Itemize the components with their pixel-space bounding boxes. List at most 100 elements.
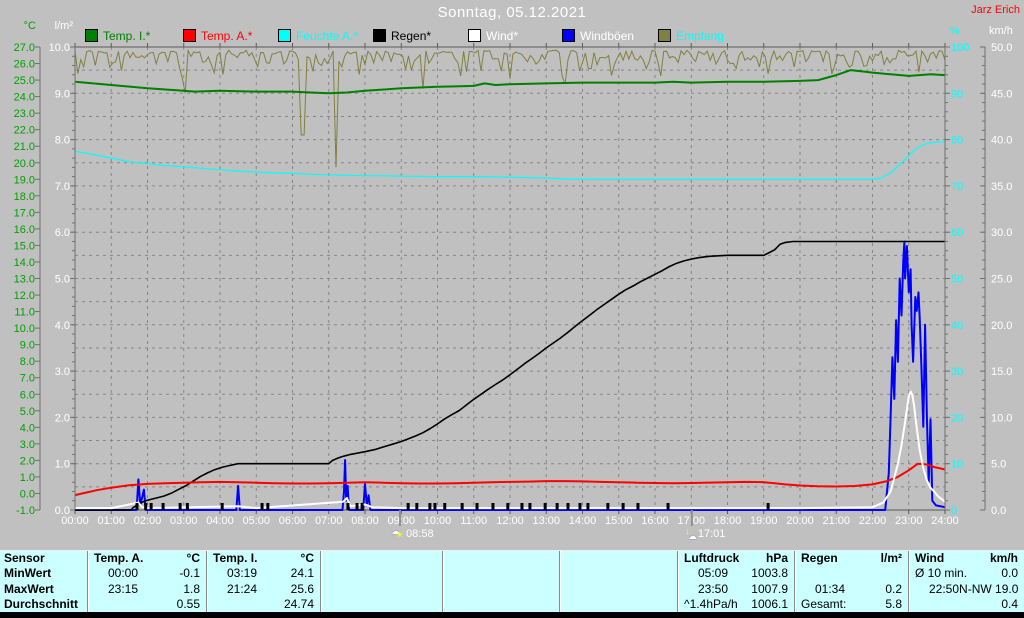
table-group-empty bbox=[442, 551, 559, 612]
table-header-row: Temp. A. °C bbox=[88, 551, 206, 566]
table-row: 01:34 0.2 bbox=[795, 582, 908, 597]
svg-text:0.0: 0.0 bbox=[991, 505, 1006, 517]
legend-item-temp-a[interactable]: Temp. A.* bbox=[183, 28, 253, 43]
svg-text:10:00: 10:00 bbox=[424, 515, 452, 527]
legend-item-wind[interactable]: Wind* bbox=[468, 29, 518, 43]
svg-text:30: 30 bbox=[951, 366, 963, 378]
axis-humidity-pct: 0102030405060708090100 bbox=[944, 42, 969, 517]
svg-text:22:00: 22:00 bbox=[859, 515, 887, 527]
svg-text:11.0: 11.0 bbox=[14, 307, 35, 319]
table-row bbox=[321, 597, 442, 612]
svg-text:40: 40 bbox=[951, 320, 963, 332]
svg-text:19.0: 19.0 bbox=[14, 174, 35, 186]
legend-item-regen[interactable]: Regen* bbox=[373, 28, 432, 43]
svg-text:14.0: 14.0 bbox=[14, 257, 35, 269]
svg-text:10.0: 10.0 bbox=[49, 42, 70, 54]
svg-text:19:00: 19:00 bbox=[750, 515, 778, 527]
table-row: 05:09 1003.8 bbox=[678, 566, 794, 581]
table-row bbox=[560, 597, 677, 612]
svg-text:10: 10 bbox=[951, 459, 963, 471]
legend-color-swatch bbox=[278, 29, 291, 42]
right-wind-axis-unit: km/h bbox=[989, 25, 1013, 37]
right-humidity-axis-unit: % bbox=[950, 25, 960, 37]
svg-text:50.0: 50.0 bbox=[991, 42, 1012, 54]
table-row bbox=[443, 582, 559, 597]
table-row-labels-column: Sensor MinWert MaxWert Durchschnitt bbox=[0, 551, 87, 612]
table-group-regen: Regen l/m² 01:34 0.2 Gesamt: 5.8 bbox=[794, 551, 908, 612]
table-row: 23:50 1007.9 bbox=[678, 582, 794, 597]
table-cell: l/m² bbox=[880, 551, 902, 565]
svg-text:5.0: 5.0 bbox=[55, 274, 70, 286]
svg-text:5.0: 5.0 bbox=[991, 459, 1006, 471]
legend-label: Windböen bbox=[580, 28, 635, 43]
table-row-label: MinWert bbox=[4, 566, 52, 581]
svg-text:20.0: 20.0 bbox=[991, 320, 1012, 332]
table-cell: 0.4 bbox=[1001, 597, 1018, 612]
table-row bbox=[560, 566, 677, 581]
legend-item-feuchte-a[interactable]: Feuchte A.* bbox=[278, 29, 358, 43]
legend-item-temp-i[interactable]: Temp. I.* bbox=[85, 29, 150, 43]
svg-text:05:00: 05:00 bbox=[242, 515, 270, 527]
svg-text:24.0: 24.0 bbox=[14, 92, 35, 104]
svg-text:7.0: 7.0 bbox=[55, 181, 70, 193]
table-row: 0.4 bbox=[909, 597, 1024, 612]
table-row: 00:00 -0.1 bbox=[88, 566, 206, 581]
svg-text:7.0: 7.0 bbox=[20, 373, 35, 385]
table-row: 0.55 bbox=[88, 597, 206, 612]
legend-label: Temp. A.* bbox=[201, 28, 253, 43]
legend-color-swatch bbox=[562, 29, 575, 42]
table-group-wind: Wind km/h Ø 10 min. 0.0 22:50 N-NW 19.0 0.4 bbox=[908, 551, 1024, 612]
svg-text:35.0: 35.0 bbox=[991, 181, 1012, 193]
svg-text:-1.0: -1.0 bbox=[16, 505, 35, 517]
svg-text:6.0: 6.0 bbox=[20, 389, 35, 401]
table-cell: Wind bbox=[915, 551, 945, 565]
weather-app-window: -1.0 0.0 1.0 2.0 3.0 4.0 5.0 6.0 7.0 8.0 9.0 10.0 11… bbox=[0, 0, 1024, 618]
grid bbox=[75, 47, 945, 510]
table-cell: 1.8 bbox=[183, 581, 200, 596]
legend-color-swatch bbox=[373, 29, 386, 42]
svg-text:60: 60 bbox=[951, 227, 963, 239]
table-header-row: Wind km/h bbox=[909, 551, 1024, 566]
table-cell: 21:24 bbox=[227, 581, 258, 596]
svg-text:2.0: 2.0 bbox=[20, 455, 35, 467]
table-header-row: Temp. I. °C bbox=[207, 551, 320, 566]
table-cell: Luftdruck bbox=[684, 551, 740, 565]
bottom-strip bbox=[0, 612, 1024, 618]
legend-color-swatch bbox=[658, 29, 671, 42]
x-axis-labels: 00:00 01:00 02:00 03:00 04:00 05:00 06:00 07:00… bbox=[61, 515, 959, 527]
table-row bbox=[321, 566, 442, 581]
svg-text:9.0: 9.0 bbox=[20, 340, 35, 352]
table-cell: 0.2 bbox=[885, 581, 902, 596]
table-row: 24.74 bbox=[207, 597, 320, 612]
svg-text:80: 80 bbox=[951, 135, 963, 147]
page-title: Sonntag, 05.12.2021 bbox=[437, 4, 587, 21]
legend-label: Regen* bbox=[391, 28, 432, 43]
svg-text:18:00: 18:00 bbox=[714, 515, 742, 527]
table-row bbox=[443, 597, 559, 612]
table-row bbox=[560, 582, 677, 597]
svg-text:15.0: 15.0 bbox=[14, 240, 35, 252]
svg-text:30.0: 30.0 bbox=[991, 227, 1012, 239]
svg-text:07:00: 07:00 bbox=[315, 515, 343, 527]
svg-text:4.0: 4.0 bbox=[55, 320, 70, 332]
svg-text:25.0: 25.0 bbox=[991, 274, 1012, 286]
svg-text:11:00: 11:00 bbox=[460, 515, 487, 527]
table-row: 03:19 24.1 bbox=[207, 566, 320, 581]
table-header-row: Luftdruck hPa bbox=[678, 551, 794, 566]
table-cell: 23:15 bbox=[108, 581, 139, 596]
chart-plot-area[interactable]: -1.0 0.0 1.0 2.0 3.0 4.0 5.0 6.0 7.0 8.0 9.0 10.0 11… bbox=[0, 0, 1024, 548]
svg-text:23.0: 23.0 bbox=[14, 108, 35, 120]
table-row: ^1.4hPa/h 1006.1 bbox=[678, 597, 794, 612]
legend-item-windböen[interactable]: Windböen bbox=[562, 28, 635, 43]
svg-text:20:00: 20:00 bbox=[786, 515, 814, 527]
svg-text:00:00: 00:00 bbox=[61, 515, 89, 527]
svg-text:21.0: 21.0 bbox=[14, 141, 35, 153]
legend-item-empfang[interactable]: Empfang bbox=[658, 29, 724, 43]
author-label: Jarz Erich bbox=[971, 4, 1020, 16]
svg-text:06:00: 06:00 bbox=[279, 515, 307, 527]
table-row: 22:50 N-NW 19.0 bbox=[909, 582, 1024, 597]
svg-text:4.0: 4.0 bbox=[20, 422, 35, 434]
svg-text:02:00: 02:00 bbox=[134, 515, 162, 527]
table-cell: 01:34 bbox=[815, 581, 846, 596]
table-cell: Ø 10 min. bbox=[915, 566, 968, 581]
